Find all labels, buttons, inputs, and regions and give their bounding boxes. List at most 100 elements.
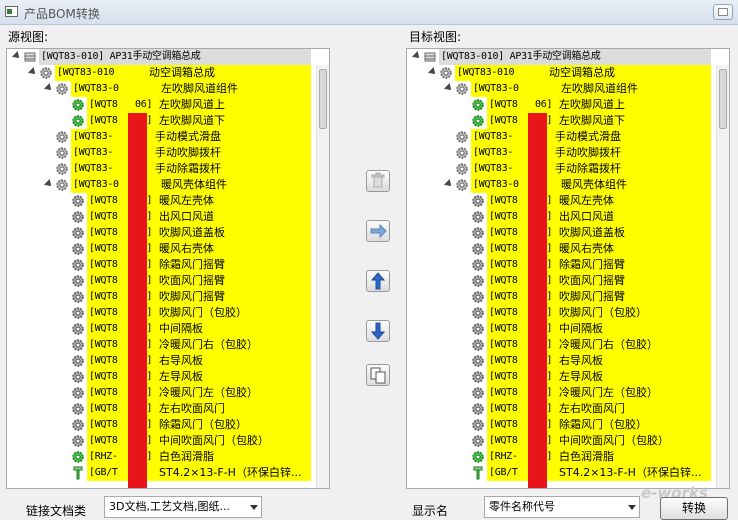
tree-item-label: 中间隔板 [159,322,203,335]
tree-item[interactable]: [WQT828]除霜风门摇臂 [7,257,323,273]
tree-item[interactable]: [GB/T5]ST4.2×13-F-H（环保白锌... [7,465,323,481]
tree-item[interactable]: [WQT83- 手动吹脚拨杆 [407,145,723,161]
tree-item[interactable]: [WQT802]暖风左壳体 [407,193,723,209]
tree-item[interactable]: [WQT83-0 左吹脚风道组件 [7,81,323,97]
tree-item[interactable]: [WQT835]冷暖风门右（包胶） [7,337,323,353]
tree-item[interactable]: [WQT83-0 暖风壳体组件 [407,177,723,193]
tree-item[interactable]: [WQT8 06] 左吹脚风道上 [407,97,723,113]
scrollbar-thumb[interactable] [319,69,327,129]
tree-item[interactable]: [WQT813]中间隔板 [407,321,723,337]
tree-item[interactable]: [WQT802]暖风左壳体 [7,193,323,209]
tree-item[interactable]: [WQT83- 手动模式滑盘 [7,129,323,145]
expand-arrow-icon[interactable] [428,67,438,77]
trash-icon [371,172,385,188]
tree-item-label: 吹脚风道盖板 [159,226,225,239]
tree-item-code-suffix: 06] [135,99,153,110]
tree-item[interactable]: [RHZ-2#]白色润滑脂 [407,449,723,465]
expand-arrow-icon[interactable] [12,51,22,61]
part-gear-icon [471,258,485,272]
tree-item[interactable]: [RHZ-2#]白色润滑脂 [7,449,323,465]
link-doc-select[interactable]: 3D文档,工艺文档,图纸... [104,496,262,518]
display-name-select[interactable]: 零件名称代号 [484,496,640,518]
tree-item[interactable]: [WQT814]左导风板 [407,369,723,385]
tree-item-label: 吹脚风门摇臂 [559,290,625,303]
tree-item[interactable]: [WQT813]中间隔板 [7,321,323,337]
tree-item[interactable]: [WQT822]左右吹面风门 [407,401,723,417]
tree-item[interactable]: [WQT825]吹面风门摇臂 [407,273,723,289]
tree-item[interactable]: [WQT829]吹脚风门（包胶） [7,305,323,321]
part-gear-icon [71,210,85,224]
target-tree[interactable]: [WQT83-010] AP31手动空调箱总成 [WQT83-010 动空调箱总成[… [406,48,730,489]
tree-item[interactable]: [WQT836]冷暖风门左（包胶） [7,385,323,401]
tree-item-code-suffix: 06] [535,99,553,110]
chevron-down-icon [628,505,636,510]
tree-item-label: 手动吹脚拨杆 [155,146,221,159]
tree-item[interactable]: [WQT822]左右吹面风门 [7,401,323,417]
part-gear-icon [471,306,485,320]
tree-item[interactable]: [WQT831]吹脚风门摇臂 [7,289,323,305]
tree-item[interactable]: [WQT8 06] 左吹脚风道上 [7,97,323,113]
tree-item[interactable]: [WQT811]吹脚风道盖板 [407,225,723,241]
tree-item[interactable]: [WQT810]出风口风道 [7,209,323,225]
tree-item-code: [WQT83-0 [73,179,119,190]
assembly-icon [55,178,69,192]
tree-item[interactable]: [WQT821]中间吹面风门（包胶） [7,433,323,449]
tree-item[interactable]: [WQT815]右导风板 [407,353,723,369]
tree-item[interactable]: [WQT83-0 左吹脚风道组件 [407,81,723,97]
tree-item[interactable]: [WQT83- 手动吹脚拨杆 [7,145,323,161]
tree-item[interactable]: [WQT814]左导风板 [7,369,323,385]
tree-item[interactable]: [WQT815]右导风板 [7,353,323,369]
tree-item[interactable]: [WQT821]中间吹面风门（包胶） [407,433,723,449]
tree-item[interactable]: [WQT831]吹脚风门摇臂 [407,289,723,305]
tree-item[interactable]: [WQT803]暖风右壳体 [407,241,723,257]
part-gear-icon [471,290,485,304]
tree-item[interactable]: [WQT826]除霜风门（包胶） [407,417,723,433]
tree-item-label: 除霜风门（包胶） [159,418,247,431]
tree-item-label: 左吹脚风道上 [559,98,625,111]
expand-arrow-icon[interactable] [44,179,54,189]
tree-item[interactable]: [WQT83- 手动模式滑盘 [407,129,723,145]
expand-arrow-icon[interactable] [444,83,454,93]
tree-item[interactable]: [WQT83-010 动空调箱总成 [7,65,323,81]
tree-item[interactable]: [WQT826]除霜风门（包胶） [7,417,323,433]
tree-item[interactable]: [WQT836]冷暖风门左（包胶） [407,385,723,401]
tree-root-item[interactable]: [WQT83-010] AP31手动空调箱总成 [407,49,723,65]
part-gear-icon [71,226,85,240]
scrollbar-thumb[interactable] [719,69,727,129]
convert-button[interactable]: 转换 [660,497,728,520]
move-down-button[interactable] [366,320,390,342]
tree-item[interactable]: [WQT828]除霜风门摇臂 [407,257,723,273]
part-gear-icon [71,290,85,304]
tree-item[interactable]: [WQT825]吹面风门摇臂 [7,273,323,289]
tree-item-code: [WQT83-0 [473,179,519,190]
delete-button[interactable] [366,170,390,192]
vertical-scrollbar[interactable] [716,65,729,488]
expand-arrow-icon[interactable] [444,179,454,189]
tree-item[interactable]: [WQT811]吹脚风道盖板 [7,225,323,241]
tree-item[interactable]: [WQT807]左吹脚风道下 [7,113,323,129]
expand-arrow-icon[interactable] [412,51,422,61]
move-up-button[interactable] [366,270,390,292]
tree-item[interactable]: [WQT803]暖风右壳体 [7,241,323,257]
move-right-button[interactable] [366,220,390,242]
target-view-label: 目标视图: [409,30,462,44]
tree-item-code: [WQT83- [73,163,114,174]
vertical-scrollbar[interactable] [316,65,329,488]
tree-item[interactable]: [WQT83-010 动空调箱总成 [407,65,723,81]
tree-item[interactable]: [GB/T5]ST4.2×13-F-H（环保白锌... [407,465,723,481]
tree-item[interactable]: [WQT83- 手动除霜拨杆 [407,161,723,177]
tree-item[interactable]: [WQT810]出风口风道 [407,209,723,225]
tree-item[interactable]: [WQT83-0 暖风壳体组件 [7,177,323,193]
tree-root-item[interactable]: [WQT83-010] AP31手动空调箱总成 [7,49,323,65]
copy-button[interactable] [366,364,390,386]
tree-item-code: [WQT8 [489,387,518,398]
tree-item[interactable]: [WQT807]左吹脚风道下 [407,113,723,129]
tree-item[interactable]: [WQT835]冷暖风门右（包胶） [407,337,723,353]
expand-arrow-icon[interactable] [44,83,54,93]
tree-item-code: [WQT83-0 [73,83,119,94]
expand-arrow-icon[interactable] [28,67,38,77]
tree-item[interactable]: [WQT83- 手动除霜拨杆 [7,161,323,177]
restore-button[interactable] [713,4,733,20]
source-tree[interactable]: [WQT83-010] AP31手动空调箱总成 [WQT83-010 动空调箱总成[… [6,48,330,489]
tree-item[interactable]: [WQT829]吹脚风门（包胶） [407,305,723,321]
